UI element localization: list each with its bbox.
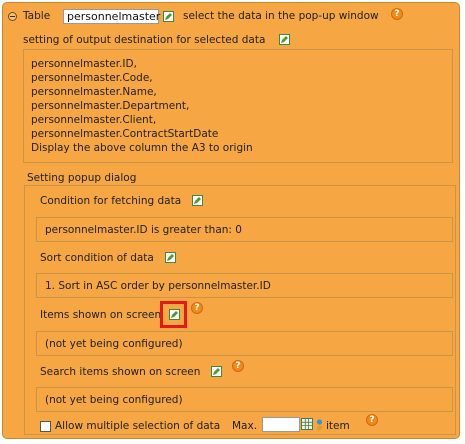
help-icon[interactable]: ?: [191, 302, 203, 314]
max-label: Max.: [232, 420, 258, 432]
search-items-label: Search items shown on screen: [40, 366, 201, 378]
fetch-condition-value: personnelmaster.ID is greater than: 0: [45, 224, 242, 236]
sort-condition-box: 1. Sort in ASC order by personnelmaster.…: [36, 273, 453, 298]
fetch-condition-label: Condition for fetching data: [40, 195, 182, 207]
collapse-icon[interactable]: [8, 12, 17, 21]
help-icon[interactable]: ?: [366, 414, 378, 426]
header-suffix: select the data in the pop-up window: [183, 10, 379, 22]
output-line: personnelmaster.Code,: [31, 72, 153, 84]
help-icon[interactable]: ?: [391, 8, 403, 20]
items-shown-label: Items shown on screen: [40, 309, 162, 321]
output-destination-label: setting of output destination for select…: [23, 34, 266, 46]
items-shown-value: (not yet being configured): [45, 338, 183, 350]
output-destination-box: personnelmaster.ID, personnelmaster.Code…: [23, 49, 453, 163]
table-name-field[interactable]: personnelmaster: [63, 9, 160, 24]
sort-condition-value: 1. Sort in ASC order by personnelmaster.…: [45, 280, 271, 292]
edit-icon[interactable]: [163, 11, 174, 22]
output-line: Display the above column the A3 to origi…: [31, 142, 253, 154]
max-items-input[interactable]: [262, 417, 300, 432]
output-line: personnelmaster.Client,: [31, 114, 157, 126]
fetch-condition-box: personnelmaster.ID is greater than: 0: [36, 217, 453, 242]
multi-select-checkbox[interactable]: [40, 421, 51, 432]
item-unit-label: item: [326, 420, 350, 432]
edit-icon[interactable]: [192, 195, 203, 206]
edit-icon[interactable]: [211, 366, 222, 377]
items-shown-box: (not yet being configured): [36, 331, 453, 356]
edit-icon[interactable]: [165, 252, 176, 263]
sort-condition-label: Sort condition of data: [40, 252, 154, 264]
search-items-box: (not yet being configured): [36, 387, 453, 412]
output-line: personnelmaster.ID,: [31, 58, 137, 70]
output-line: personnelmaster.Name,: [31, 86, 157, 98]
help-icon[interactable]: ?: [232, 360, 244, 372]
grid-icon[interactable]: [301, 418, 313, 430]
popup-section-label: Setting popup dialog: [27, 172, 137, 184]
output-line: personnelmaster.ContractStartDate: [31, 128, 219, 140]
spinner-icon[interactable]: [315, 419, 324, 431]
multi-select-label: Allow multiple selection of data: [55, 420, 221, 432]
header-prefix: Table: [23, 10, 51, 22]
highlight-box: [160, 301, 187, 328]
output-line: personnelmaster.Department,: [31, 100, 190, 112]
search-items-value: (not yet being configured): [45, 394, 183, 406]
edit-icon[interactable]: [279, 34, 290, 45]
table-settings-panel: Table personnelmaster select the data in…: [2, 2, 460, 439]
